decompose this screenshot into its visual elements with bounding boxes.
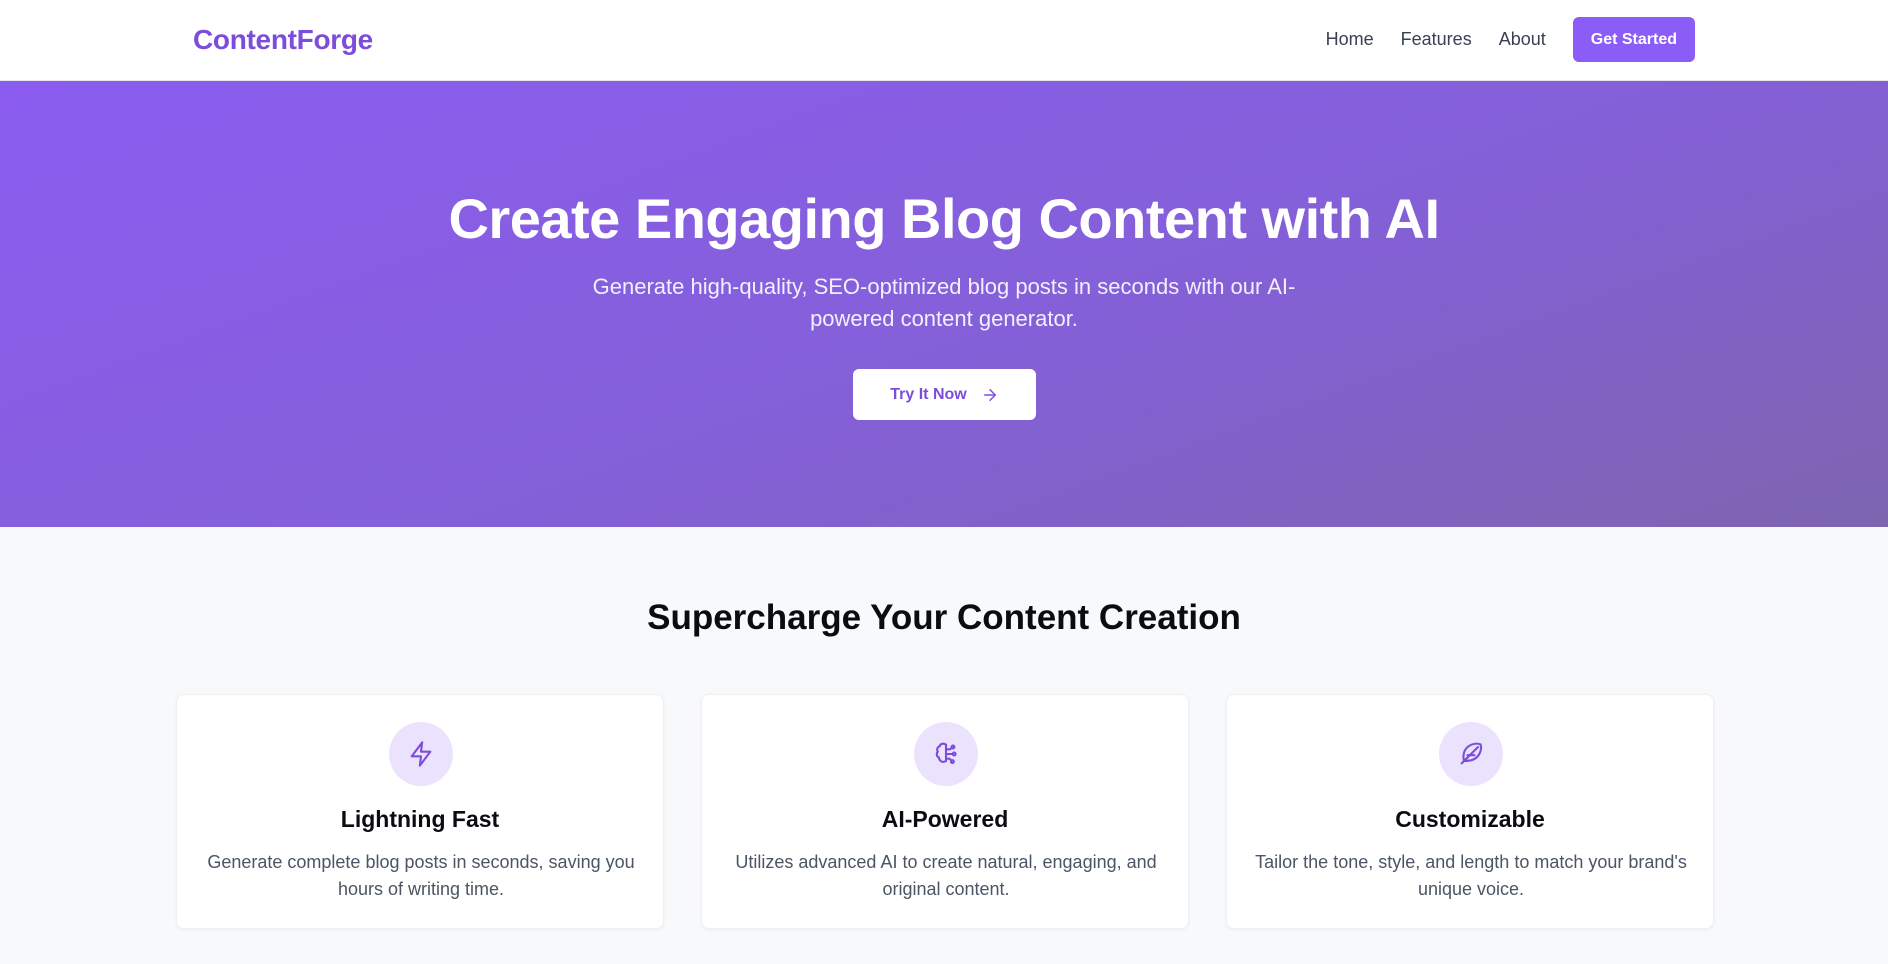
feature-card-customizable: Customizable Tailor the tone, style, and… [1226,694,1714,929]
feature-card-ai-powered: AI-Powered Utilizes advanced AI to creat… [701,694,1189,929]
brand-logo[interactable]: ContentForge [193,24,373,56]
nav-link-home[interactable]: Home [1326,29,1374,50]
nav-link-about[interactable]: About [1499,29,1546,50]
hero-title: Create Engaging Blog Content with AI [448,187,1440,250]
feature-icon-circle [389,722,453,786]
hero-section: Create Engaging Blog Content with AI Gen… [0,81,1888,527]
try-it-now-button[interactable]: Try It Now [853,369,1036,420]
arrow-right-icon [983,388,996,401]
try-it-now-label: Try It Now [890,385,967,403]
feature-icon-circle [1439,722,1503,786]
hero-subtitle: Generate high-quality, SEO-optimized blo… [592,274,1296,331]
feature-icon-circle [914,722,978,786]
features-title: Supercharge Your Content Creation [647,598,1241,637]
feature-description: Utilizes advanced AI to create natural, … [735,852,1157,899]
feather-icon [1460,742,1483,765]
feature-description: Tailor the tone, style, and length to ma… [1255,852,1687,899]
nav-links: Home Features About Get Started [1326,17,1695,62]
feature-title: Lightning Fast [340,806,500,832]
lightning-icon [410,741,432,767]
feature-description: Generate complete blog posts in seconds,… [207,852,635,899]
feature-card-lightning-fast: Lightning Fast Generate complete blog po… [176,694,664,929]
nav-link-features[interactable]: Features [1401,29,1472,50]
feature-title: Customizable [1395,806,1545,832]
get-started-button[interactable]: Get Started [1572,17,1695,62]
top-navbar: ContentForge Home Features About Get Sta… [0,0,1888,81]
brain-icon [935,742,957,765]
feature-title: AI-Powered [881,806,1009,832]
